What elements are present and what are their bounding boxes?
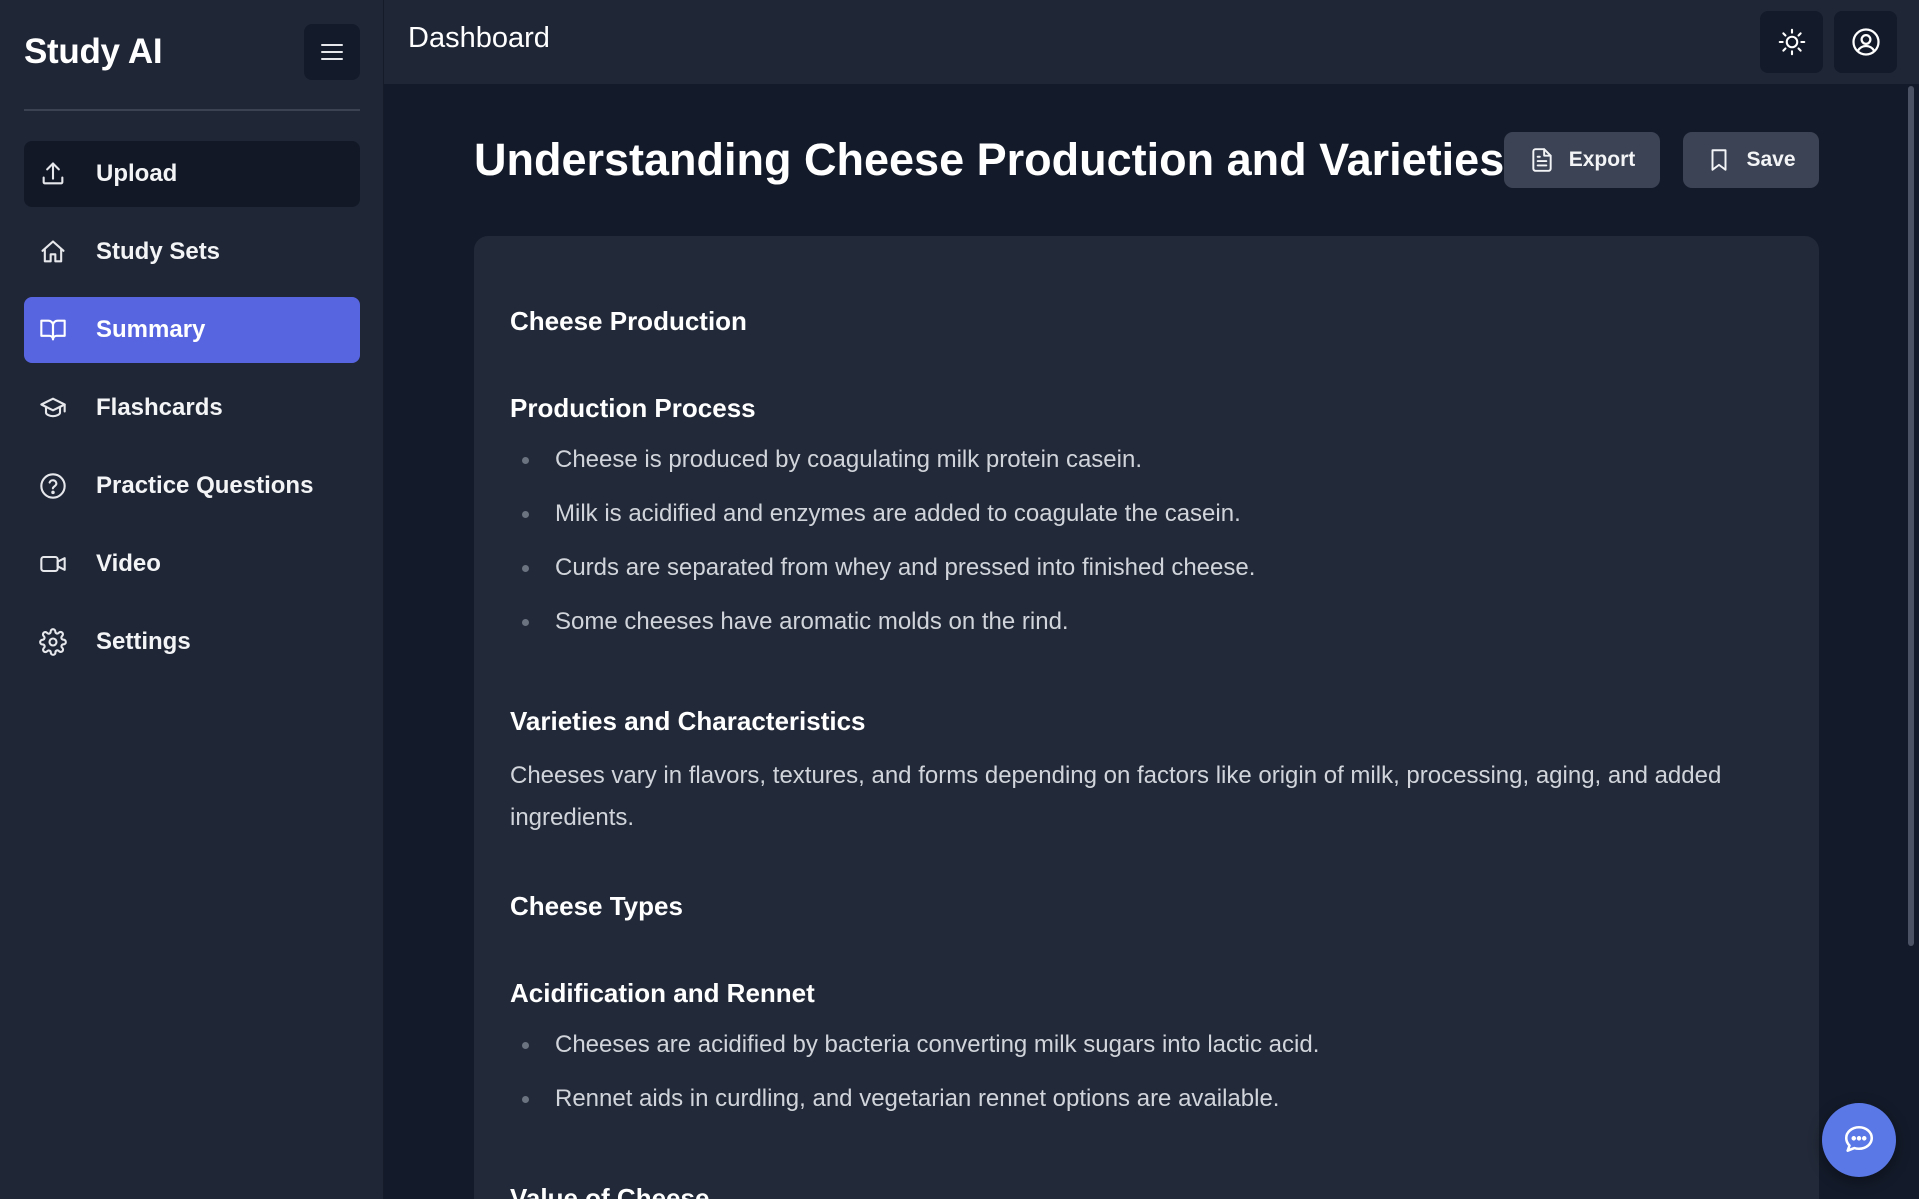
bullet-list: Cheeses are acidified by bacteria conver… (510, 1027, 1783, 1135)
scrollbar-thumb[interactable] (1908, 86, 1914, 946)
hamburger-icon (321, 44, 343, 60)
file-icon (1532, 148, 1552, 172)
bookmark-icon (1711, 149, 1727, 171)
list-item: Cheese is produced by coagulating milk p… (510, 442, 1783, 496)
save-label: Save (1746, 148, 1796, 171)
chat-button[interactable] (1822, 1103, 1896, 1177)
video-icon (38, 549, 68, 579)
chat-bubble-icon (1844, 1125, 1874, 1152)
graduation-cap-icon (38, 393, 68, 423)
upload-icon (38, 159, 68, 189)
summary-card: Cheese Production Production Process Che… (474, 236, 1819, 1199)
subsection-heading: Varieties and Characteristics (510, 706, 866, 736)
list-item: Cheeses are acidified by bacteria conver… (510, 1027, 1783, 1081)
theme-toggle-button[interactable] (1760, 11, 1823, 73)
sidebar-item-flashcards[interactable]: Flashcards (24, 375, 360, 441)
list-item: Some cheeses have aromatic molds on the … (510, 604, 1783, 658)
sidebar: Study AI Upload Study Sets Summary Flash… (0, 0, 384, 1199)
home-icon (38, 237, 68, 267)
list-item: Rennet aids in curdling, and vegetarian … (510, 1081, 1783, 1135)
list-item: Milk is acidified and enzymes are added … (510, 496, 1783, 550)
book-open-icon (38, 315, 68, 345)
sidebar-item-study-sets[interactable]: Study Sets (24, 219, 360, 285)
sidebar-nav: Upload Study Sets Summary Flashcards Pra… (24, 141, 360, 687)
subsection-heading: Acidification and Rennet (510, 978, 815, 1008)
paragraph: Cheeses vary in flavors, textures, and f… (510, 762, 1722, 831)
scrollbar[interactable] (1903, 84, 1919, 1199)
sidebar-item-label: Upload (96, 160, 178, 187)
sidebar-item-practice-questions[interactable]: Practice Questions (24, 453, 360, 519)
section-title: Cheese Production (510, 306, 747, 336)
subsection-heading: Value of Cheese (510, 1183, 710, 1199)
sidebar-item-label: Study Sets (96, 238, 221, 265)
sidebar-item-summary[interactable]: Summary (24, 297, 360, 363)
bullet-list: Cheese is produced by coagulating milk p… (510, 442, 1783, 658)
save-button[interactable]: Save (1683, 132, 1819, 188)
sidebar-item-label: Settings (96, 628, 191, 655)
gear-icon (38, 627, 68, 657)
export-button[interactable]: Export (1504, 132, 1660, 188)
sidebar-item-label: Practice Questions (96, 472, 314, 499)
list-item: Curds are separated from whey and presse… (510, 550, 1783, 604)
sidebar-item-label: Video (96, 550, 161, 577)
subsection-heading: Production Process (510, 393, 756, 423)
sidebar-item-upload[interactable]: Upload (24, 141, 360, 207)
sidebar-divider (24, 109, 360, 111)
top-header: Dashboard (384, 0, 1919, 84)
help-circle-icon (38, 471, 68, 501)
sidebar-item-label: Flashcards (96, 394, 223, 421)
user-circle-icon (1851, 28, 1880, 56)
sidebar-item-settings[interactable]: Settings (24, 609, 360, 675)
menu-toggle-button[interactable] (304, 24, 360, 80)
sidebar-header: Study AI (24, 24, 360, 80)
sun-icon (1778, 28, 1805, 56)
app-root: Study AI Upload Study Sets Summary Flash… (0, 0, 1919, 1199)
section-title: Cheese Types (510, 891, 683, 921)
sidebar-item-label: Summary (96, 316, 206, 343)
app-brand: Study AI (24, 32, 163, 71)
page-title: Understanding Cheese Production and Vari… (474, 134, 1505, 185)
export-label: Export (1568, 148, 1636, 171)
account-button[interactable] (1834, 11, 1897, 73)
sidebar-item-video[interactable]: Video (24, 531, 360, 597)
main-content: Understanding Cheese Production and Vari… (384, 84, 1919, 1199)
header-title: Dashboard (408, 22, 550, 54)
